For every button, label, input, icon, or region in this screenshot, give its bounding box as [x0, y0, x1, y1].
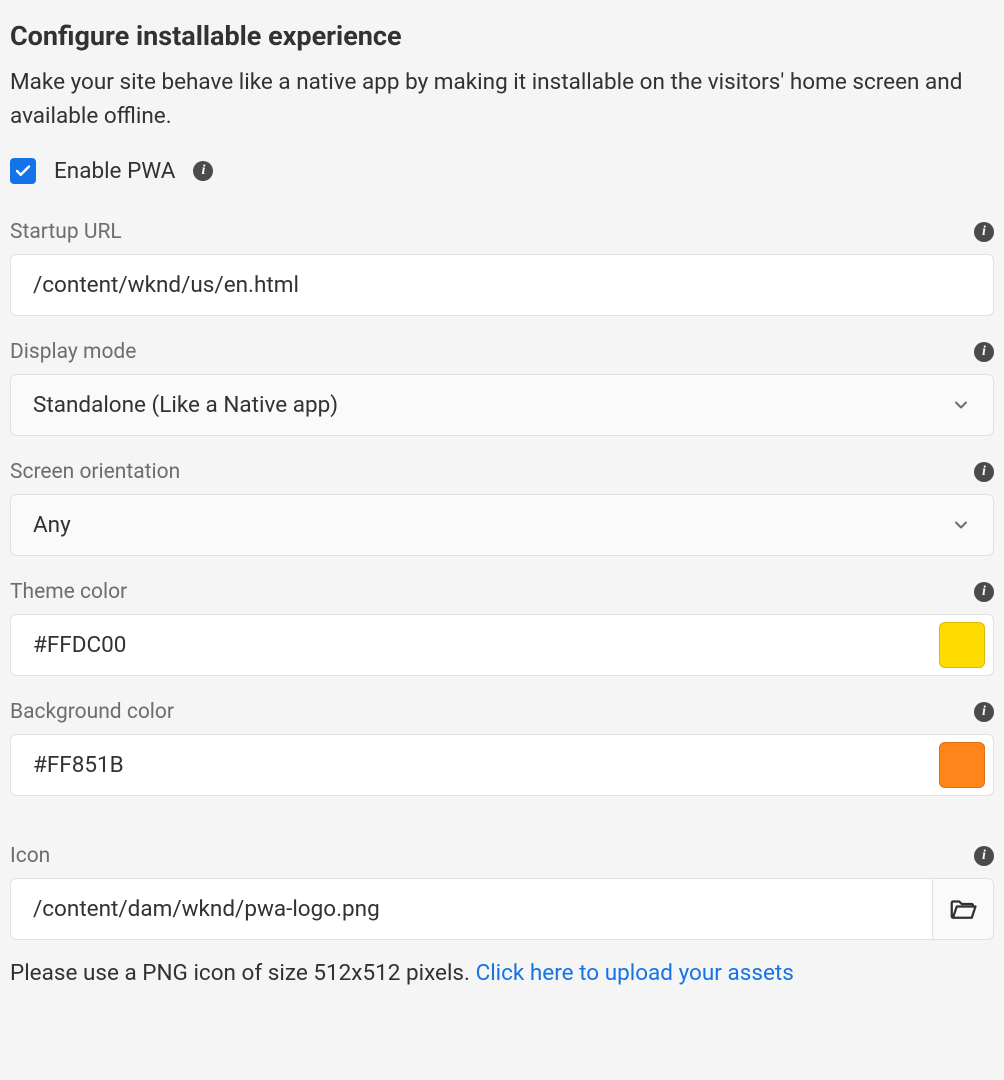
- enable-pwa-checkbox[interactable]: [10, 158, 36, 184]
- chevron-down-icon: [951, 515, 971, 535]
- info-icon[interactable]: i: [974, 462, 994, 482]
- display-mode-label: Display mode: [10, 340, 136, 364]
- theme-color-swatch[interactable]: [939, 622, 985, 668]
- info-icon[interactable]: i: [974, 846, 994, 866]
- check-icon: [14, 162, 32, 180]
- theme-color-label: Theme color: [10, 580, 127, 604]
- browse-button[interactable]: [932, 878, 994, 940]
- icon-path-input[interactable]: /content/dam/wknd/pwa-logo.png: [10, 878, 932, 940]
- page-description: Make your site behave like a native app …: [10, 66, 994, 134]
- background-color-label: Background color: [10, 700, 174, 724]
- theme-color-input[interactable]: #FFDC00: [10, 614, 994, 676]
- info-icon[interactable]: i: [974, 342, 994, 362]
- info-icon[interactable]: i: [974, 222, 994, 242]
- startup-url-input[interactable]: /content/wknd/us/en.html: [10, 254, 994, 316]
- chevron-down-icon: [951, 395, 971, 415]
- page-title: Configure installable experience: [10, 20, 994, 52]
- theme-color-value: #FFDC00: [33, 632, 126, 658]
- display-mode-value: Standalone (Like a Native app): [33, 392, 338, 418]
- startup-url-label: Startup URL: [10, 220, 122, 244]
- info-icon[interactable]: i: [974, 702, 994, 722]
- background-color-swatch[interactable]: [939, 742, 985, 788]
- upload-assets-link[interactable]: Click here to upload your assets: [476, 960, 794, 986]
- folder-open-icon: [948, 894, 978, 924]
- screen-orientation-label: Screen orientation: [10, 460, 180, 484]
- enable-pwa-label: Enable PWA: [54, 158, 175, 184]
- icon-help-text: Please use a PNG icon of size 512x512 pi…: [10, 960, 994, 986]
- background-color-value: #FF851B: [33, 752, 124, 778]
- screen-orientation-value: Any: [33, 512, 71, 538]
- info-icon[interactable]: i: [193, 161, 213, 181]
- display-mode-select[interactable]: Standalone (Like a Native app): [10, 374, 994, 436]
- screen-orientation-select[interactable]: Any: [10, 494, 994, 556]
- background-color-input[interactable]: #FF851B: [10, 734, 994, 796]
- icon-label: Icon: [10, 844, 50, 868]
- info-icon[interactable]: i: [974, 582, 994, 602]
